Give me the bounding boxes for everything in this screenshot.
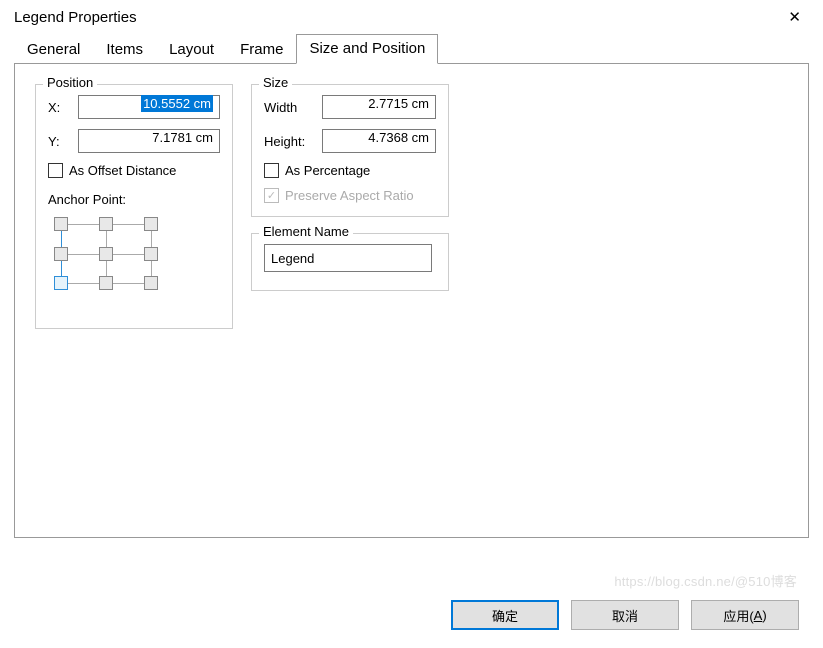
- as-offset-label: As Offset Distance: [69, 163, 176, 178]
- ok-button[interactable]: 确定: [451, 600, 559, 630]
- anchor-bl[interactable]: [54, 276, 68, 290]
- close-icon[interactable]: ✕: [780, 8, 809, 27]
- width-input[interactable]: 2.7715 cm: [322, 95, 436, 119]
- anchor-mr[interactable]: [144, 247, 158, 261]
- anchor-bc[interactable]: [99, 276, 113, 290]
- tab-items[interactable]: Items: [93, 35, 156, 64]
- apply-button[interactable]: 应用(A): [691, 600, 799, 630]
- width-label: Width: [264, 100, 314, 115]
- y-input[interactable]: 7.1781 cm: [78, 129, 220, 153]
- tab-panel: Position X: 10.5552 cm Y: 7.1781 cm As O…: [14, 63, 809, 538]
- tab-general[interactable]: General: [14, 35, 93, 64]
- anchor-br[interactable]: [144, 276, 158, 290]
- element-name-legend: Element Name: [259, 224, 353, 239]
- height-label: Height:: [264, 134, 314, 149]
- as-percentage-checkbox[interactable]: [264, 163, 279, 178]
- tab-frame[interactable]: Frame: [227, 35, 296, 64]
- as-offset-checkbox[interactable]: [48, 163, 63, 178]
- element-name-input[interactable]: Legend: [264, 244, 432, 272]
- anchor-ml[interactable]: [54, 247, 68, 261]
- tab-bar: General Items Layout Frame Size and Posi…: [14, 33, 809, 63]
- x-label: X:: [48, 100, 70, 115]
- element-name-group: Element Name Legend: [251, 233, 449, 291]
- preserve-ratio-checkbox: ✓: [264, 188, 279, 203]
- window-title: Legend Properties: [14, 9, 137, 26]
- anchor-mc[interactable]: [99, 247, 113, 261]
- anchor-tr[interactable]: [144, 217, 158, 231]
- anchor-point-label: Anchor Point:: [48, 192, 220, 207]
- position-group: Position X: 10.5552 cm Y: 7.1781 cm As O…: [35, 84, 233, 329]
- tab-layout[interactable]: Layout: [156, 35, 227, 64]
- x-input[interactable]: 10.5552 cm: [78, 95, 220, 119]
- height-input[interactable]: 4.7368 cm: [322, 129, 436, 153]
- tab-size-and-position[interactable]: Size and Position: [296, 34, 438, 64]
- y-label: Y:: [48, 134, 70, 149]
- cancel-button[interactable]: 取消: [571, 600, 679, 630]
- preserve-ratio-label: Preserve Aspect Ratio: [285, 188, 414, 203]
- anchor-tc[interactable]: [99, 217, 113, 231]
- anchor-point-grid: [54, 217, 159, 291]
- as-percentage-label: As Percentage: [285, 163, 370, 178]
- button-bar: 确定 取消 应用(A): [0, 586, 823, 648]
- anchor-tl[interactable]: [54, 217, 68, 231]
- size-group: Size Width 2.7715 cm Height: 4.7368 cm A…: [251, 84, 449, 217]
- size-legend: Size: [259, 75, 292, 90]
- position-legend: Position: [43, 75, 97, 90]
